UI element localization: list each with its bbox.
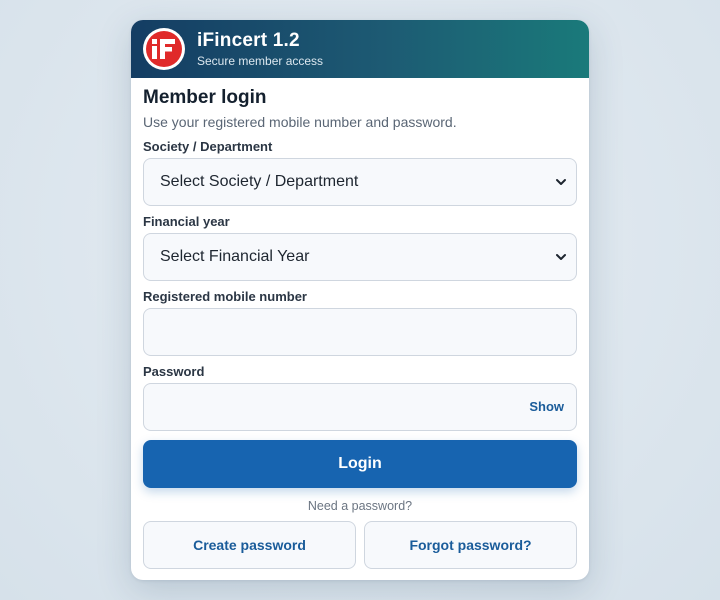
app-title: iFincert 1.2 [197,29,300,51]
login-form: Member login Use your registered mobile … [131,78,589,569]
ifincert-logo-icon [143,28,185,70]
show-password-toggle[interactable]: Show [529,399,564,414]
form-description: Use your registered mobile number and pa… [143,114,457,130]
app-subtitle: Secure member access [197,53,324,68]
password-actions: Create password Forgot password? [143,521,577,569]
financial-year-select[interactable]: Select Financial Year [143,233,577,281]
need-password-text: Need a password? [307,499,413,513]
chevron-down-icon [556,179,566,185]
financial-year-select-value: Select Financial Year [160,248,310,265]
brand-block: iFincert 1.2 Secure member access [197,30,323,69]
society-select-value: Select Society / Department [160,173,359,190]
society-select[interactable]: Select Society / Department [143,158,577,206]
app-header: iFincert 1.2 Secure member access [131,20,589,78]
form-heading: Member login [143,87,267,108]
financial-year-label: Financial year [143,214,230,229]
forgot-password-button[interactable]: Forgot password? [364,521,577,569]
mobile-input[interactable] [143,308,577,356]
society-label: Society / Department [143,139,273,154]
login-card: iFincert 1.2 Secure member access Member… [131,20,589,580]
mobile-label: Registered mobile number [143,289,307,304]
create-password-button[interactable]: Create password [143,521,356,569]
password-label: Password [143,364,205,379]
login-button[interactable]: Login [143,440,577,488]
password-input[interactable]: Show [143,383,577,431]
chevron-down-icon [556,254,566,260]
